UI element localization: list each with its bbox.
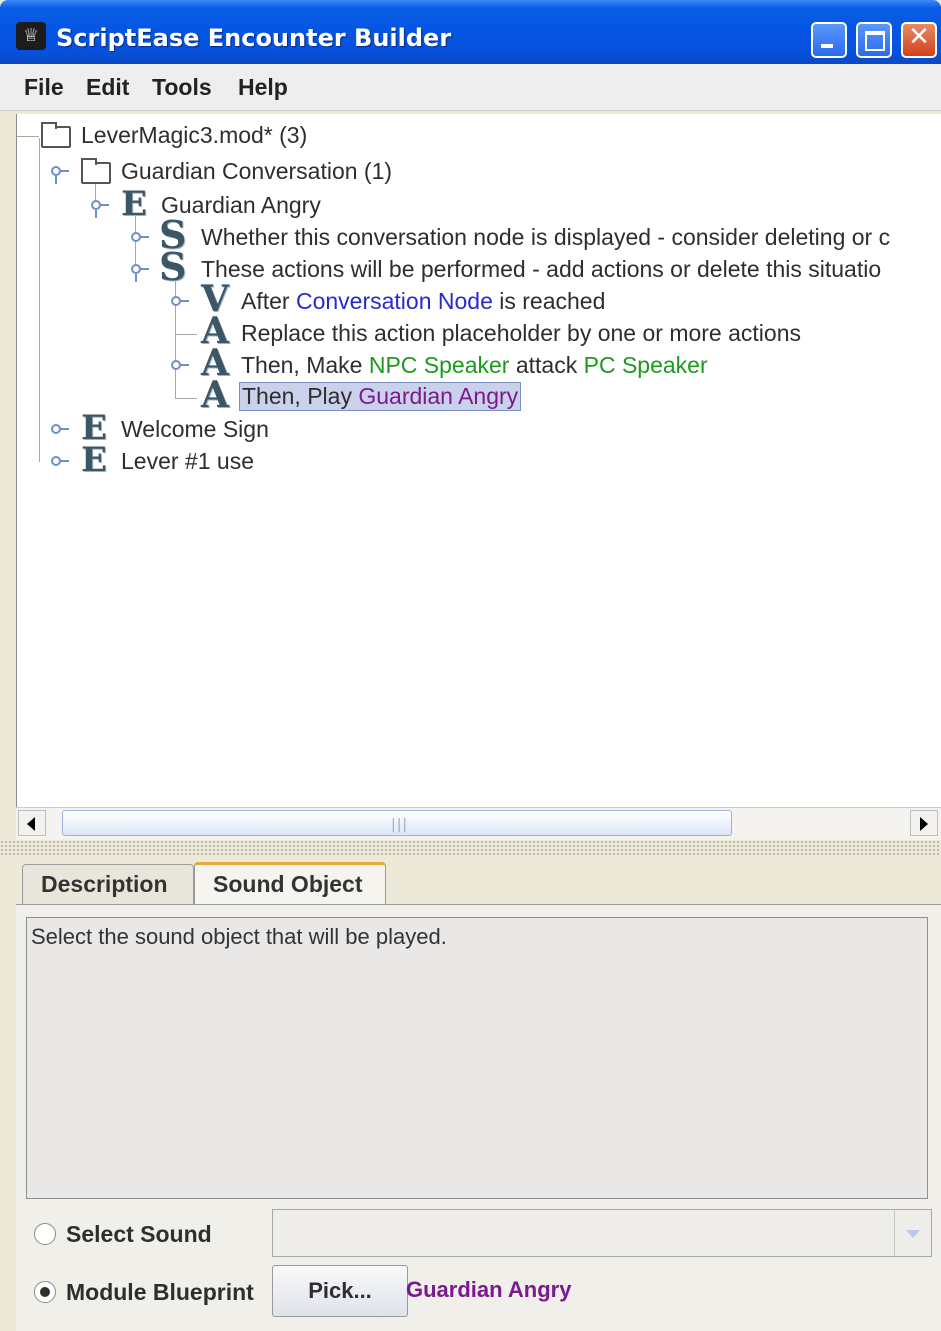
scroll-thumb[interactable]: ||| bbox=[62, 810, 732, 836]
handle-stem bbox=[61, 428, 69, 430]
menu-file[interactable]: File bbox=[24, 74, 64, 101]
text: attack bbox=[509, 352, 584, 378]
pick-button[interactable]: Pick... bbox=[272, 1265, 408, 1317]
description-text: Select the sound object that will be pla… bbox=[31, 924, 447, 949]
param-conversation-node[interactable]: Conversation Node bbox=[296, 288, 493, 314]
properties-panel: Description Sound Object Select the soun… bbox=[16, 858, 941, 1331]
encounter-icon: E bbox=[121, 184, 147, 224]
handle-stem bbox=[55, 176, 57, 184]
tree-connector bbox=[175, 398, 197, 399]
encounter-icon: E bbox=[81, 440, 107, 480]
minimize-button[interactable] bbox=[811, 22, 847, 58]
handle-stem bbox=[95, 210, 97, 218]
tree-node-situation[interactable]: These actions will be performed - add ac… bbox=[201, 256, 881, 283]
expand-handle-icon[interactable] bbox=[131, 232, 141, 242]
expand-handle-icon[interactable] bbox=[51, 166, 61, 176]
handle-stem bbox=[181, 364, 189, 366]
app-window: ♕ ScriptEase Encounter Builder ✕ File Ed… bbox=[0, 0, 941, 1331]
description-box: Select the sound object that will be pla… bbox=[26, 917, 928, 1199]
app-icon: ♕ bbox=[16, 22, 46, 50]
menu-edit[interactable]: Edit bbox=[86, 74, 129, 101]
param-pc-speaker[interactable]: PC Speaker bbox=[584, 352, 708, 378]
action-icon: A bbox=[201, 374, 229, 416]
tree-connector bbox=[175, 334, 197, 335]
tree-node-situation[interactable]: Whether this conversation node is displa… bbox=[201, 224, 890, 251]
tree-node-conversation[interactable]: Guardian Conversation (1) bbox=[121, 158, 392, 185]
expand-handle-icon[interactable] bbox=[171, 296, 181, 306]
minimize-icon bbox=[821, 44, 833, 48]
module-blueprint-radio[interactable] bbox=[34, 1281, 56, 1303]
horizontal-scrollbar[interactable]: ||| bbox=[16, 807, 941, 840]
arrow-left-icon bbox=[27, 817, 35, 831]
close-button[interactable]: ✕ bbox=[901, 22, 937, 58]
tree-node-event[interactable]: After Conversation Node is reached bbox=[241, 288, 605, 315]
expand-handle-icon[interactable] bbox=[51, 424, 61, 434]
sound-select-combo[interactable] bbox=[272, 1209, 932, 1257]
tree-connector bbox=[17, 136, 39, 137]
menu-tools[interactable]: Tools bbox=[152, 74, 212, 101]
menu-bar: File Edit Tools Help bbox=[0, 64, 941, 111]
close-icon: ✕ bbox=[908, 22, 930, 52]
handle-stem bbox=[141, 268, 149, 270]
scroll-left-button[interactable] bbox=[18, 810, 46, 836]
handle-stem bbox=[61, 170, 69, 172]
select-sound-label[interactable]: Select Sound bbox=[66, 1221, 212, 1248]
tree-node-root[interactable]: LeverMagic3.mod* (3) bbox=[81, 122, 307, 149]
grip-icon: ||| bbox=[391, 817, 409, 833]
tree-node-action[interactable]: Then, Make NPC Speaker attack PC Speaker bbox=[241, 352, 708, 379]
folder-icon bbox=[41, 122, 71, 148]
param-guardian-angry[interactable]: Guardian Angry bbox=[358, 383, 518, 409]
tree-node-action[interactable]: Replace this action placeholder by one o… bbox=[241, 320, 801, 347]
handle-stem bbox=[101, 204, 109, 206]
tree-connector bbox=[39, 138, 40, 462]
tab-sound-object[interactable]: Sound Object bbox=[194, 862, 386, 906]
text: Then, Play bbox=[242, 383, 359, 409]
select-sound-radio[interactable] bbox=[34, 1223, 56, 1245]
param-npc-speaker[interactable]: NPC Speaker bbox=[369, 352, 510, 378]
handle-stem bbox=[135, 274, 137, 282]
handle-stem bbox=[61, 460, 69, 462]
handle-stem bbox=[141, 236, 149, 238]
handle-stem bbox=[181, 300, 189, 302]
window-title: ScriptEase Encounter Builder bbox=[56, 24, 452, 52]
combo-dropdown-button[interactable] bbox=[894, 1210, 931, 1256]
text: is reached bbox=[492, 288, 606, 314]
text: Then, Make bbox=[241, 352, 369, 378]
encounter-tree[interactable]: LeverMagic3.mod* (3) Guardian Conversati… bbox=[16, 114, 941, 807]
maximize-button[interactable] bbox=[856, 22, 892, 58]
module-blueprint-label[interactable]: Module Blueprint bbox=[66, 1279, 254, 1306]
title-bar[interactable]: ♕ ScriptEase Encounter Builder ✕ bbox=[0, 0, 941, 64]
menu-help[interactable]: Help bbox=[238, 74, 288, 101]
tree-node-encounter[interactable]: Lever #1 use bbox=[121, 448, 254, 475]
expand-handle-icon[interactable] bbox=[51, 456, 61, 466]
sound-object-panel: Select the sound object that will be pla… bbox=[16, 904, 941, 1331]
tree-node-encounter[interactable]: Welcome Sign bbox=[121, 416, 269, 443]
chevron-down-icon bbox=[906, 1230, 920, 1238]
tree-node-action-selected[interactable]: Then, Play Guardian Angry bbox=[239, 382, 522, 411]
split-pane-divider[interactable] bbox=[0, 840, 941, 856]
arrow-right-icon bbox=[920, 817, 928, 831]
maximize-icon bbox=[865, 31, 885, 51]
picked-sound-value: Guardian Angry bbox=[406, 1277, 572, 1302]
expand-handle-icon[interactable] bbox=[171, 360, 181, 370]
text: After bbox=[241, 288, 296, 314]
folder-icon bbox=[81, 158, 111, 184]
situation-icon: S bbox=[159, 244, 187, 289]
expand-handle-icon[interactable] bbox=[131, 264, 141, 274]
tab-description[interactable]: Description bbox=[22, 864, 194, 904]
expand-handle-icon[interactable] bbox=[91, 200, 101, 210]
scroll-right-button[interactable] bbox=[910, 810, 938, 836]
